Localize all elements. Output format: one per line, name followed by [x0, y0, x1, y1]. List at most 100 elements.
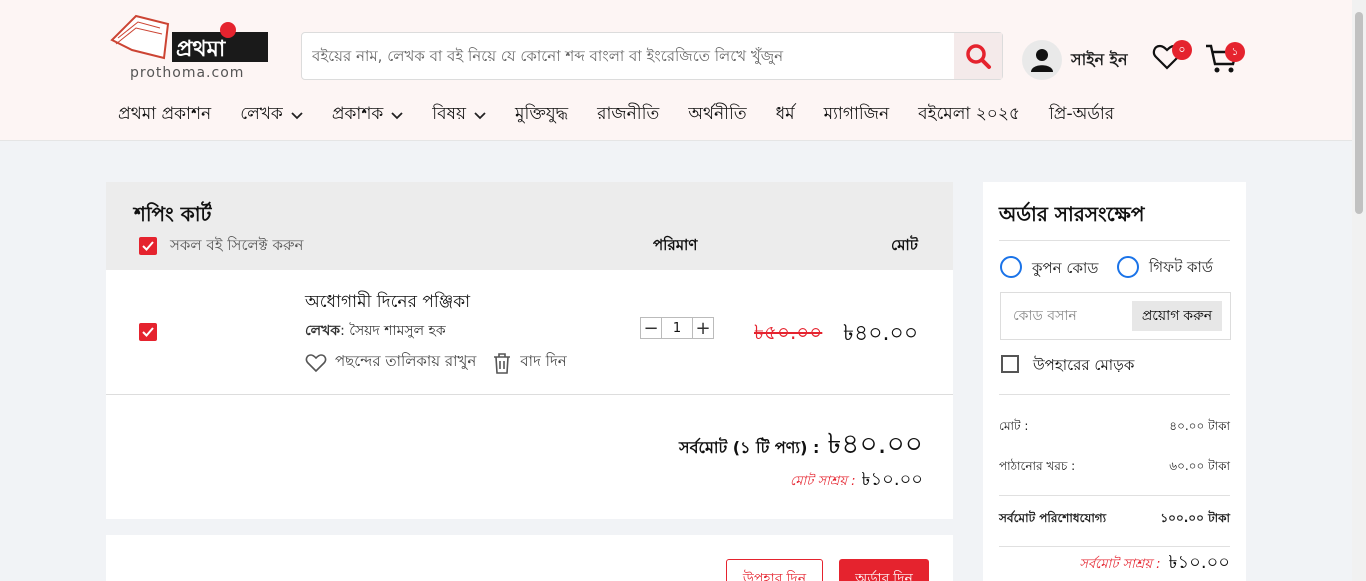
nav-item-label: প্রকাশক: [331, 104, 384, 124]
site-header: প্রথমা prothoma.com সাইন ইন ০ ১ প্রথমা প…: [0, 0, 1352, 141]
signin-link[interactable]: সাইন ইন: [1071, 47, 1128, 74]
wishlist-button[interactable]: ০: [1152, 40, 1192, 72]
summary-row-subtotal: মোট : ৪০.০০ টাকা: [999, 418, 1230, 438]
cart-actions-panel: উপহার দিন অর্ডার দিন: [106, 535, 953, 581]
increase-quantity-button[interactable]: +: [692, 317, 714, 339]
giftcard-radio[interactable]: [1117, 256, 1139, 278]
gift-wrap-label[interactable]: উপহারের মোড়ক: [1033, 354, 1134, 379]
search-bar: [301, 32, 1003, 80]
check-icon: [142, 241, 154, 251]
search-icon: [966, 44, 991, 69]
logo-subtext: prothoma.com: [130, 65, 245, 81]
cart-header: শপিং কার্ট সকল বই সিলেক্ট করুন পরিমাণ মো…: [106, 182, 953, 270]
coupon-label[interactable]: কুপন কোড: [1032, 257, 1098, 282]
summary-title: অর্ডার সারসংক্ষেপ: [999, 202, 1145, 226]
item-checkbox[interactable]: [139, 323, 157, 341]
nav-item[interactable]: বইমেলা ২০২৫: [918, 101, 1020, 129]
author-label: লেখক: [305, 323, 341, 339]
quantity-column-header: পরিমাণ: [653, 236, 698, 254]
add-to-wishlist-label: পছন্দের তালিকায় রাখুন: [335, 352, 477, 370]
apply-code-button[interactable]: প্রয়োগ করুন: [1132, 301, 1222, 331]
order-summary-panel: অর্ডার সারসংক্ষেপ কুপন কোড গিফট কার্ড প্…: [983, 182, 1246, 581]
nav-item[interactable]: লেখক: [240, 101, 303, 129]
nav-item[interactable]: ধর্ম: [776, 101, 795, 129]
nav-item-label: ধর্ম: [775, 104, 795, 124]
nav-item[interactable]: প্রথমা প্রকাশন: [118, 101, 211, 129]
total-savings-label: মোট সাশ্রয় :: [790, 474, 856, 489]
summary-row-shipping: পাঠানোর খরচ : ৬০.০০ টাকা: [999, 458, 1230, 478]
summary-savings-value: ৳১০.০০: [1168, 552, 1230, 573]
quantity-value[interactable]: 1: [662, 317, 692, 339]
chevron-down-icon[interactable]: [291, 109, 303, 121]
item-actions: পছন্দের তালিকায় রাখুন বাদ দিন: [305, 350, 583, 375]
nav-item[interactable]: রাজনীতি: [597, 101, 659, 129]
shipping-value: ৬০.০০ টাকা: [1169, 459, 1230, 473]
nav-item[interactable]: বিষয়: [432, 101, 486, 129]
quantity-stepper: − 1 +: [640, 317, 714, 339]
decrease-quantity-button[interactable]: −: [640, 317, 662, 339]
code-input[interactable]: [1013, 293, 1128, 339]
select-all-label[interactable]: সকল বই সিলেক্ট করুন: [170, 234, 303, 259]
nav-item[interactable]: প্রকাশক: [332, 101, 403, 129]
search-button[interactable]: [954, 33, 1002, 79]
nav-item-label: প্রি-অর্ডার: [1048, 104, 1115, 124]
summary-row-payable: সর্বমোট পরিশোধযোগ্য ১০০.০০ টাকা: [999, 510, 1230, 530]
payable-value: ১০০.০০ টাকা: [1160, 511, 1230, 525]
select-all-checkbox[interactable]: [139, 237, 157, 255]
search-input[interactable]: [312, 33, 952, 79]
gift-wrap-checkbox[interactable]: [1001, 355, 1019, 373]
nav-item[interactable]: মুক্তিযুদ্ধ: [515, 101, 568, 129]
scrollbar-thumb[interactable]: [1355, 12, 1363, 214]
page-scrollbar[interactable]: [1352, 0, 1366, 581]
cart-count-badge: ১: [1225, 42, 1245, 62]
divider: [999, 394, 1230, 395]
avatar[interactable]: [1022, 40, 1062, 80]
total-column-header: মোট: [891, 236, 918, 254]
summary-savings: সর্বমোট সাশ্রয় : ৳১০.০০: [1079, 548, 1230, 579]
nav-item-label: বিষয়: [432, 104, 467, 124]
user-icon: [1031, 49, 1053, 72]
divider: [999, 495, 1230, 496]
code-input-group: প্রয়োগ করুন: [1000, 292, 1231, 340]
check-icon: [142, 327, 154, 337]
shopping-cart-panel: শপিং কার্ট সকল বই সিলেক্ট করুন পরিমাণ মো…: [106, 182, 953, 519]
subtotal-label: মোট :: [999, 419, 1029, 433]
remove-item-label: বাদ দিন: [520, 352, 567, 370]
nav-item-label: লেখক: [240, 104, 283, 124]
giftcard-label[interactable]: গিফট কার্ড: [1149, 256, 1213, 281]
grand-total: সর্বমোট (১ টি পণ্য) : ৳৪০.০০: [679, 422, 923, 469]
nav-item[interactable]: অর্থনীতি: [688, 101, 746, 129]
total-savings-value: ৳১০.০০: [861, 469, 923, 490]
nav-item-label: অর্থনীতি: [688, 104, 747, 124]
divider: [999, 546, 1230, 547]
coupon-radio[interactable]: [1000, 256, 1022, 278]
item-author: লেখক: সৈয়দ শামসুল হক: [305, 319, 446, 343]
cart-title: শপিং কার্ট: [134, 202, 212, 226]
remove-item-button[interactable]: বাদ দিন: [492, 350, 567, 375]
item-title[interactable]: অধোগামী দিনের পঞ্জিকা: [305, 289, 470, 317]
chevron-down-icon[interactable]: [474, 109, 486, 121]
old-price: ৳৫০.০০: [754, 320, 823, 344]
grand-total-label: সর্বমোট (১ টি পণ্য) :: [679, 438, 820, 457]
chevron-down-icon[interactable]: [391, 109, 403, 121]
order-button[interactable]: অর্ডার দিন: [839, 559, 929, 581]
subtotal-value: ৪০.০০ টাকা: [1169, 419, 1230, 433]
nav-item-label: বইমেলা ২০২৫: [918, 104, 1020, 124]
trash-icon: [494, 352, 511, 374]
divider: [999, 240, 1230, 241]
nav-item-label: ম্যাগাজিন: [823, 104, 890, 124]
grand-total-value: ৳৪০.০০: [827, 427, 923, 460]
wishlist-count-badge: ০: [1172, 40, 1192, 60]
divider: [106, 394, 953, 395]
main-nav: প্রথমা প্রকাশন লেখক প্রকাশক বিষয় মুক্তিযুদ্…: [118, 101, 1143, 129]
cart-button[interactable]: ১: [1205, 42, 1245, 74]
nav-item-label: মুক্তিযুদ্ধ: [515, 104, 569, 124]
logo-text: প্রথমা: [176, 37, 227, 62]
add-to-wishlist-button[interactable]: পছন্দের তালিকায় রাখুন: [305, 350, 476, 375]
nav-item[interactable]: ম্যাগাজিন: [824, 101, 890, 129]
heart-icon: [305, 353, 327, 372]
total-savings: মোট সাশ্রয় : ৳১০.০০: [790, 465, 923, 496]
nav-item-label: প্রথমা প্রকাশন: [118, 104, 212, 124]
gift-button[interactable]: উপহার দিন: [726, 559, 823, 581]
nav-item[interactable]: প্রি-অর্ডার: [1049, 101, 1114, 129]
